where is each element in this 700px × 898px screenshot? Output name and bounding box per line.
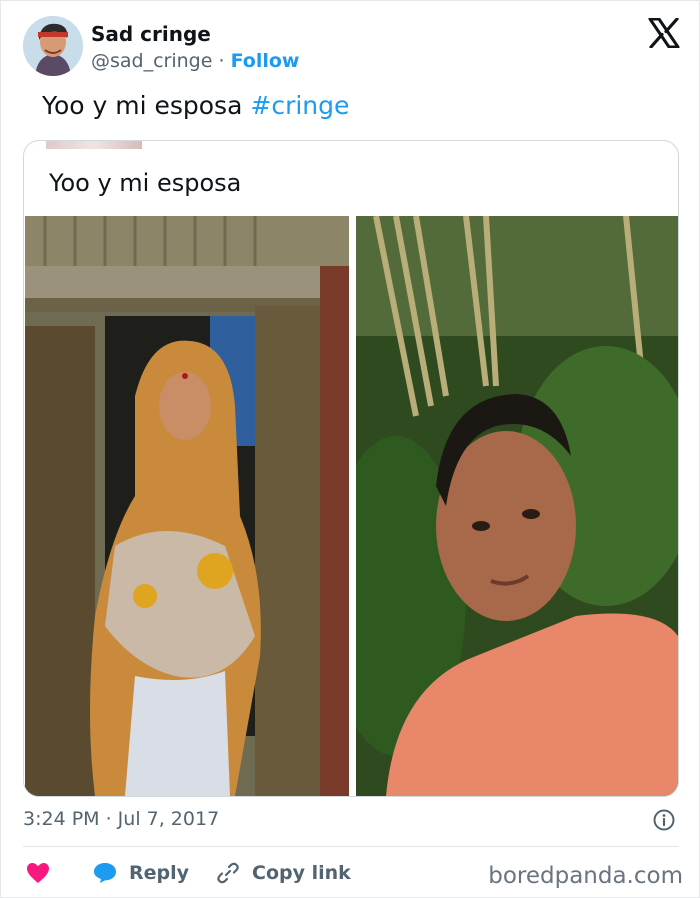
copy-link-button[interactable]: Copy link [216, 857, 351, 889]
like-button[interactable] [26, 857, 50, 889]
tweet-text: Yoo y mi esposa #cringe [42, 91, 349, 120]
photo-woman[interactable] [25, 216, 349, 796]
divider [23, 846, 679, 847]
cropped-image-strip [46, 141, 142, 149]
handle[interactable]: @sad_cringe [91, 50, 212, 72]
tweet-body: Yoo y mi esposa [42, 91, 243, 120]
x-logo-icon[interactable] [648, 18, 680, 48]
tweet-card: Sad cringe @sad_cringe · Follow Yoo y mi… [0, 0, 700, 898]
display-name[interactable]: Sad cringe [91, 22, 211, 46]
info-icon[interactable] [653, 809, 675, 831]
boredpanda-watermark: boredpanda.com [488, 863, 683, 889]
copy-link-label: Copy link [252, 862, 351, 884]
reply-button[interactable]: Reply [93, 857, 189, 889]
follow-button[interactable]: Follow [231, 50, 300, 72]
reply-label: Reply [129, 862, 190, 884]
photo-man[interactable] [356, 216, 678, 796]
avatar[interactable] [23, 16, 83, 76]
hashtag-link[interactable]: #cringe [250, 91, 349, 120]
separator: · [218, 50, 225, 72]
handle-row: @sad_cringe · Follow [91, 50, 299, 72]
speech-bubble-icon [94, 863, 116, 883]
quoted-post[interactable]: Yoo y mi esposa [23, 140, 679, 797]
timestamp[interactable]: 3:24 PM · Jul 7, 2017 [23, 808, 219, 830]
link-icon [217, 862, 239, 884]
heart-icon [27, 863, 49, 883]
quoted-text: Yoo y mi esposa [49, 169, 242, 197]
